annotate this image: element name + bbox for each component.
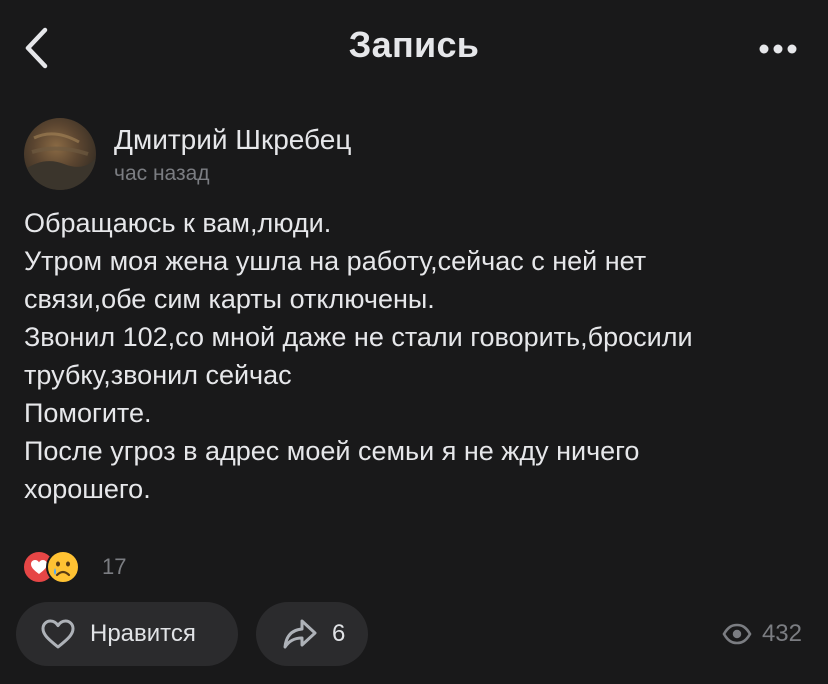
post-line: Утром моя жена ушла на работу,сейчас с н… — [24, 246, 647, 276]
author-name[interactable]: Дмитрий Шкребец — [114, 124, 351, 156]
post-timestamp: час назад — [114, 162, 210, 185]
post-line: Помогите. — [24, 398, 152, 428]
top-bar: Запись — [0, 0, 828, 96]
avatar[interactable] — [24, 118, 96, 190]
reactions-summary[interactable]: 17 — [22, 548, 222, 584]
views-counter: 432 — [722, 620, 802, 648]
share-arrow-icon — [283, 619, 317, 649]
like-button[interactable]: Нравится — [16, 602, 238, 666]
eye-icon — [722, 623, 752, 645]
post-author: Дмитрий Шкребец час назад — [24, 118, 784, 192]
post-line: связи,обе сим карты отключены. — [24, 284, 435, 314]
heart-outline-icon — [41, 619, 75, 649]
views-count: 432 — [761, 620, 802, 647]
page-title: Запись — [348, 24, 480, 65]
like-label: Нравится — [90, 620, 196, 647]
post-line: хорошего. — [24, 474, 151, 504]
crying-reaction-icon — [46, 550, 80, 584]
post-line: Обращаюсь к вам,люди. — [24, 208, 332, 238]
avatar-image — [24, 118, 96, 190]
post-line: После угроз в адрес моей семьи я не жду … — [24, 436, 640, 466]
reactions-count: 17 — [102, 554, 127, 579]
post-actions: Нравится 6 432 — [0, 602, 828, 668]
more-options-button[interactable] — [748, 36, 808, 62]
post-line: Звонил 102,со мной даже не стали говорит… — [24, 322, 693, 352]
share-count: 6 — [332, 620, 346, 647]
post-line: трубку,звонил сейчас — [24, 360, 292, 390]
more-horizontal-icon — [759, 44, 797, 54]
post-text: Обращаюсь к вам,люди. Утром моя жена ушл… — [24, 204, 814, 508]
share-button[interactable]: 6 — [256, 602, 368, 666]
